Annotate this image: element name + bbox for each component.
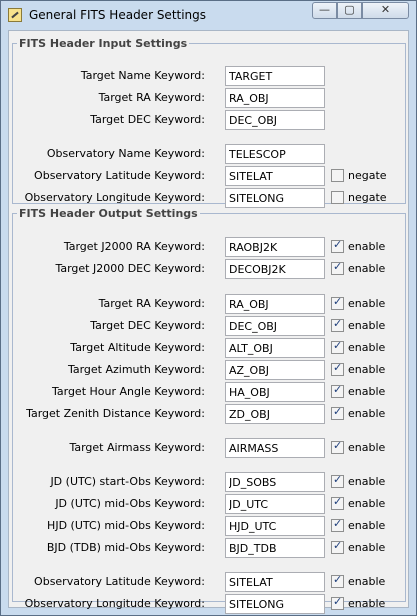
input-observatory-latitude-label: Observatory Latitude Keyword: <box>34 169 205 182</box>
title-bar[interactable]: General FITS Header Settings — ▢ ✕ <box>1 1 416 29</box>
output-jd-start-label: JD (UTC) start-Obs Keyword: <box>50 475 205 488</box>
app-icon <box>8 8 22 22</box>
altitude-enable-checkbox[interactable] <box>331 339 344 354</box>
jd-start-enable-label: enable <box>348 475 386 488</box>
output-altitude-field[interactable] <box>225 338 325 358</box>
output-jd-mid-label: JD (UTC) mid-Obs Keyword: <box>55 497 205 510</box>
hjd-mid-enable-checkbox[interactable] <box>331 517 344 532</box>
output-j2000-dec-label: Target J2000 DEC Keyword: <box>55 262 205 275</box>
latitude-negate-label: negate <box>348 169 387 182</box>
output-jd-mid-field[interactable] <box>225 494 325 514</box>
j2000-ra-enable-label: enable <box>348 240 386 253</box>
latitude-negate-checkbox[interactable] <box>331 169 344 182</box>
output-jd-start-field[interactable] <box>225 472 325 492</box>
target-dec-enable-checkbox[interactable] <box>331 317 344 332</box>
settings-window: General FITS Header Settings — ▢ ✕ FITS … <box>0 0 417 616</box>
j2000-dec-enable-label: enable <box>348 262 386 275</box>
hour-angle-enable-label: enable <box>348 385 386 398</box>
output-bjd-mid-field[interactable] <box>225 538 325 558</box>
azimuth-enable-label: enable <box>348 363 386 376</box>
hour-angle-enable-checkbox[interactable] <box>331 383 344 398</box>
target-ra-enable-checkbox[interactable] <box>331 295 344 310</box>
window-title: General FITS Header Settings <box>29 8 207 22</box>
jd-mid-enable-label: enable <box>348 497 386 510</box>
input-target-dec-field[interactable] <box>225 110 325 130</box>
output-hour-angle-field[interactable] <box>225 382 325 402</box>
output-hjd-mid-field[interactable] <box>225 516 325 536</box>
input-observatory-latitude-field[interactable] <box>225 166 325 186</box>
input-target-dec-label: Target DEC Keyword: <box>90 113 205 126</box>
input-settings-legend: FITS Header Input Settings <box>19 37 188 50</box>
close-button[interactable]: ✕ <box>362 2 409 19</box>
input-observatory-longitude-label: Observatory Longitude Keyword: <box>24 191 205 204</box>
output-target-dec-field[interactable] <box>225 316 325 336</box>
longitude-negate-label: negate <box>348 191 387 204</box>
input-observatory-name-label: Observatory Name Keyword: <box>46 147 205 160</box>
airmass-enable-checkbox[interactable] <box>331 439 344 454</box>
output-observatory-longitude-label: Observatory Longitude Keyword: <box>24 597 205 610</box>
output-hour-angle-label: Target Hour Angle Keyword: <box>51 385 205 398</box>
input-target-name-field[interactable] <box>225 66 325 86</box>
output-settings-legend: FITS Header Output Settings <box>19 207 198 220</box>
output-zenith-distance-field[interactable] <box>225 404 325 424</box>
output-observatory-longitude-field[interactable] <box>225 594 325 614</box>
j2000-ra-enable-checkbox[interactable] <box>331 238 344 253</box>
output-azimuth-field[interactable] <box>225 360 325 380</box>
target-dec-enable-label: enable <box>348 319 386 332</box>
maximize-button[interactable]: ▢ <box>337 2 362 19</box>
bjd-mid-enable-label: enable <box>348 541 386 554</box>
input-settings-group: FITS Header Input Settings Target Name K… <box>12 37 406 208</box>
observatory-longitude-enable-label: enable <box>348 597 386 610</box>
output-bjd-mid-label: BJD (TDB) mid-Obs Keyword: <box>46 541 205 554</box>
dialog-body: FITS Header Input Settings Target Name K… <box>8 30 409 614</box>
output-target-dec-label: Target DEC Keyword: <box>90 319 205 332</box>
input-target-name-label: Target Name Keyword: <box>80 69 205 82</box>
input-observatory-name-field[interactable] <box>225 144 325 164</box>
jd-mid-enable-checkbox[interactable] <box>331 495 344 510</box>
j2000-dec-enable-checkbox[interactable] <box>331 260 344 275</box>
output-target-ra-label: Target RA Keyword: <box>98 297 205 310</box>
output-airmass-field[interactable] <box>225 438 325 458</box>
zenith-distance-enable-label: enable <box>348 407 386 420</box>
zenith-distance-enable-checkbox[interactable] <box>331 405 344 420</box>
minimize-button[interactable]: — <box>312 2 337 19</box>
output-zenith-distance-label: Target Zenith Distance Keyword: <box>26 407 205 420</box>
altitude-enable-label: enable <box>348 341 386 354</box>
input-target-ra-field[interactable] <box>225 88 325 108</box>
output-observatory-latitude-label: Observatory Latitude Keyword: <box>34 575 205 588</box>
bjd-mid-enable-checkbox[interactable] <box>331 539 344 554</box>
output-azimuth-label: Target Azimuth Keyword: <box>67 363 205 376</box>
input-target-ra-label: Target RA Keyword: <box>98 91 205 104</box>
observatory-longitude-enable-checkbox[interactable] <box>331 595 344 610</box>
azimuth-enable-checkbox[interactable] <box>331 361 344 376</box>
output-settings-group: FITS Header Output Settings Target J2000… <box>12 207 406 614</box>
output-j2000-ra-label: Target J2000 RA Keyword: <box>63 240 205 253</box>
target-ra-enable-label: enable <box>348 297 386 310</box>
output-j2000-dec-field[interactable] <box>225 259 325 279</box>
output-airmass-label: Target Airmass Keyword: <box>69 441 205 454</box>
airmass-enable-label: enable <box>348 441 386 454</box>
input-observatory-longitude-field[interactable] <box>225 188 325 208</box>
output-altitude-label: Target Altitude Keyword: <box>70 341 205 354</box>
hjd-mid-enable-label: enable <box>348 519 386 532</box>
output-j2000-ra-field[interactable] <box>225 237 325 257</box>
output-hjd-mid-label: HJD (UTC) mid-Obs Keyword: <box>47 519 205 532</box>
output-target-ra-field[interactable] <box>225 294 325 314</box>
observatory-latitude-enable-checkbox[interactable] <box>331 573 344 588</box>
observatory-latitude-enable-label: enable <box>348 575 386 588</box>
longitude-negate-checkbox[interactable] <box>331 191 344 204</box>
jd-start-enable-checkbox[interactable] <box>331 473 344 488</box>
output-observatory-latitude-field[interactable] <box>225 572 325 592</box>
